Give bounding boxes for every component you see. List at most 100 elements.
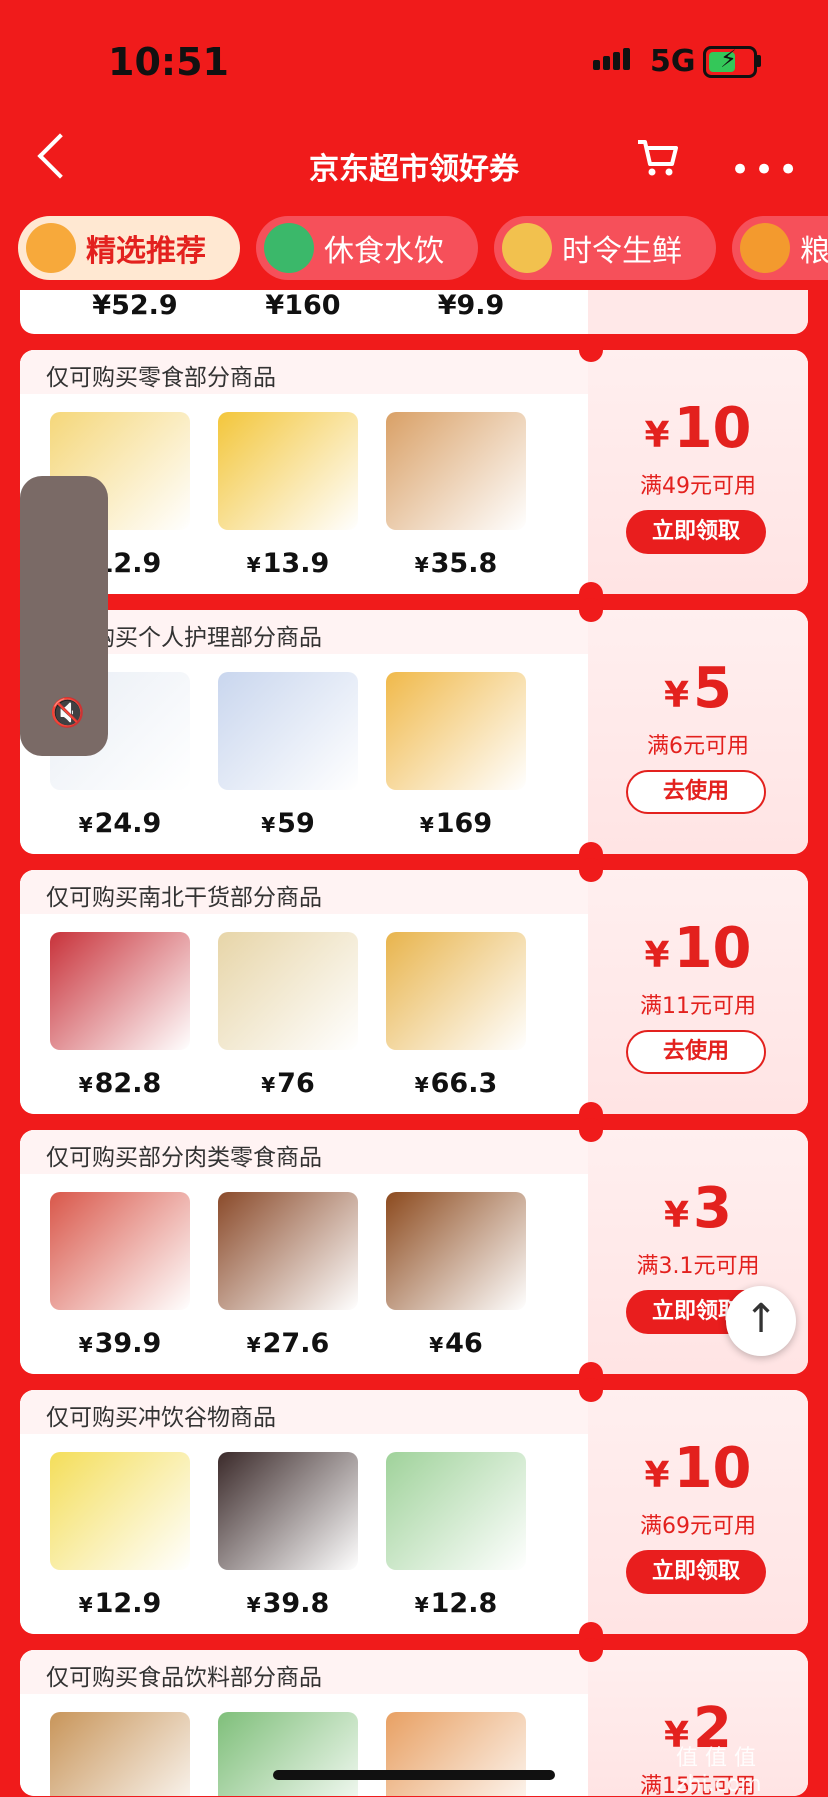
card-notch xyxy=(579,1118,603,1142)
tab-grain[interactable]: 粮 xyxy=(732,216,828,280)
product-image[interactable] xyxy=(50,1712,190,1796)
product-price: ¥24.9 xyxy=(50,808,190,839)
price-value: 39.8 xyxy=(262,1588,330,1619)
price-value: 12.8 xyxy=(430,1588,498,1619)
product-image[interactable] xyxy=(218,1192,358,1310)
product-price: ¥82.8 xyxy=(50,1068,190,1099)
coupon-header-text: 仅可购买部分肉类零食商品 xyxy=(46,1145,322,1171)
currency-symbol: ¥ xyxy=(78,1073,93,1097)
tab-fresh[interactable]: 时令生鲜 xyxy=(494,216,716,280)
currency-symbol: ¥ xyxy=(261,1073,276,1097)
claim-coupon-button[interactable]: 立即领取 xyxy=(626,510,766,554)
claim-coupon-button[interactable]: 立即领取 xyxy=(626,1550,766,1594)
coupon-card[interactable]: 仅可购买冲饮谷物商品 ¥12.9 ¥39.8 ¥12.8 ¥10 满69元可用 立即领取 xyxy=(20,1390,808,1634)
status-time: 10:51 xyxy=(108,40,229,84)
coupon-header-text: 仅可购买零食部分商品 xyxy=(46,365,276,391)
product-image[interactable] xyxy=(218,932,358,1050)
coupon-value-panel: ¥10 满11元可用 去使用 xyxy=(588,870,808,1114)
battery-icon: ⚡ xyxy=(703,45,757,78)
product-image[interactable] xyxy=(386,1712,526,1796)
coupon-header: 仅可购买南北干货部分商品 xyxy=(20,870,588,914)
product-price: ¥52.9 xyxy=(92,290,178,321)
coupon-amount-value: 10 xyxy=(673,396,752,461)
product-image[interactable] xyxy=(50,1192,190,1310)
category-tabs: 精选推荐 休食水饮 时令生鲜 粮 xyxy=(0,216,828,286)
coupon-amount: ¥10 xyxy=(588,916,808,981)
product-price: ¥46 xyxy=(386,1328,526,1359)
cart-icon[interactable] xyxy=(636,138,680,178)
price-value: 35.8 xyxy=(430,548,498,579)
product-image[interactable] xyxy=(386,412,526,530)
product-price: ¥59 xyxy=(218,808,358,839)
coupon-amount-value: 5 xyxy=(693,656,733,721)
nav-bar: 京东超市领好券 ••• xyxy=(0,120,828,200)
battery-nub xyxy=(756,55,761,67)
coupon-card[interactable]: 仅可购买部分肉类零食商品 ¥39.9 ¥27.6 ¥46 ¥3 满3.1元可用 立即领取 xyxy=(20,1130,808,1374)
coupon-card[interactable]: 仅可购买南北干货部分商品 ¥82.8 ¥76 ¥66.3 ¥10 满11元可用 去使用 xyxy=(20,870,808,1114)
tab-recommended[interactable]: 精选推荐 xyxy=(18,216,240,280)
currency-symbol: ¥ xyxy=(78,1333,93,1357)
coupon-value-panel: ¥10 满69元可用 立即领取 xyxy=(588,1390,808,1634)
coupon-amount-value: 10 xyxy=(673,1436,752,1501)
product-price: ¥160 xyxy=(265,290,341,321)
coupon-condition: 满6元可用 xyxy=(647,734,749,759)
currency-symbol: ¥ xyxy=(644,415,670,456)
currency-symbol: ¥ xyxy=(644,935,670,976)
coupon-products: 仅可购买冲饮谷物商品 ¥12.9 ¥39.8 ¥12.8 xyxy=(20,1390,588,1634)
mute-icon: 🔇 xyxy=(50,696,85,729)
product-image[interactable] xyxy=(218,412,358,530)
product-price: ¥12.9 xyxy=(50,1588,190,1619)
coupon-header-text: 仅可购买食品饮料部分商品 xyxy=(46,1665,322,1691)
product-image[interactable] xyxy=(50,1452,190,1570)
product-price: ¥39.8 xyxy=(218,1588,358,1619)
card-notch xyxy=(579,1378,603,1402)
card-notch xyxy=(579,338,603,362)
product-image[interactable] xyxy=(218,1712,358,1796)
use-coupon-button[interactable]: 去使用 xyxy=(626,1030,766,1074)
card-notch xyxy=(579,598,603,622)
tab-snacks-drinks[interactable]: 休食水饮 xyxy=(256,216,478,280)
home-indicator xyxy=(273,1770,555,1780)
coupon-value-panel: ¥5 满6元可用 去使用 xyxy=(588,610,808,854)
product-image[interactable] xyxy=(50,932,190,1050)
coupon-condition: 满3.1元可用 xyxy=(636,1254,760,1279)
card-notch xyxy=(579,858,603,882)
coupon-card[interactable]: 仅可购买零食部分商品¥12.9¥13.9¥35.8¥10满49元可用立即领取 xyxy=(20,350,808,594)
price-value: 39.9 xyxy=(94,1328,162,1359)
coupon-products: 仅可购买部分肉类零食商品 ¥39.9 ¥27.6 ¥46 xyxy=(20,1130,588,1374)
coupon-card[interactable]: 仅可购买个人护理部分商品 ¥24.9 ¥59 ¥169 ¥5 满6元可用 去使用 xyxy=(20,610,808,854)
watermark: 值 值 值 zhi.com xyxy=(676,1740,828,1797)
tab-label: 时令生鲜 xyxy=(562,234,682,269)
currency-symbol: ¥ xyxy=(414,1073,429,1097)
coupon-amount-value: 3 xyxy=(693,1176,733,1241)
currency-symbol: ¥ xyxy=(246,1593,261,1617)
product-price: ¥76 xyxy=(218,1068,358,1099)
tab-icon xyxy=(740,223,790,273)
currency-symbol: ¥ xyxy=(414,553,429,577)
coupon-header: 仅可购买零食部分商品 xyxy=(20,350,588,394)
product-image[interactable] xyxy=(386,932,526,1050)
card-notch xyxy=(579,1638,603,1662)
price-value: 27.6 xyxy=(262,1328,330,1359)
product-image[interactable] xyxy=(386,1192,526,1310)
coupon-amount: ¥3 xyxy=(588,1176,808,1241)
tab-icon xyxy=(502,223,552,273)
product-image[interactable] xyxy=(218,1452,358,1570)
back-to-top-button[interactable]: ↑ xyxy=(726,1286,796,1356)
tab-icon xyxy=(264,223,314,273)
mute-overlay: 🔇 xyxy=(20,476,108,756)
coupon-products: 仅可购买南北干货部分商品 ¥82.8 ¥76 ¥66.3 xyxy=(20,870,588,1114)
more-icon[interactable]: ••• xyxy=(730,150,802,190)
use-coupon-button[interactable]: 去使用 xyxy=(626,770,766,814)
currency-symbol: ¥ xyxy=(663,1195,690,1236)
product-image[interactable] xyxy=(386,1452,526,1570)
currency-symbol: ¥ xyxy=(429,1333,444,1357)
currency-symbol: ¥ xyxy=(419,813,434,837)
currency-symbol: ¥ xyxy=(78,1593,93,1617)
product-image[interactable] xyxy=(218,672,358,790)
price-value: 12.9 xyxy=(94,1588,162,1619)
product-price: ¥35.8 xyxy=(386,548,526,579)
coupon-right-panel xyxy=(588,290,808,334)
product-image[interactable] xyxy=(386,672,526,790)
product-price: ¥27.6 xyxy=(218,1328,358,1359)
